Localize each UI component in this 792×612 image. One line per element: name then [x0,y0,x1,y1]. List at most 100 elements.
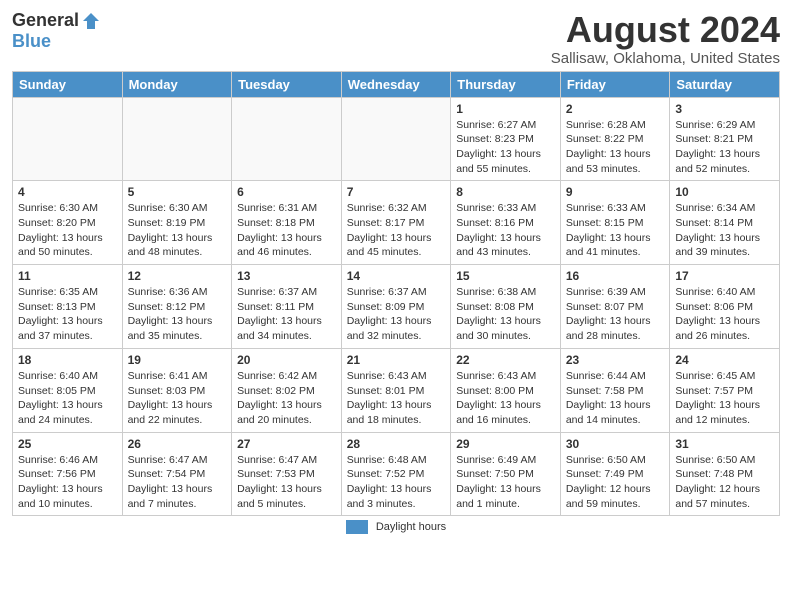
day-info: Sunrise: 6:39 AMSunset: 8:07 PMDaylight:… [566,285,665,344]
day-number: 8 [456,185,555,199]
day-cell: 16 Sunrise: 6:39 AMSunset: 8:07 PMDayligh… [560,265,670,349]
day-cell: 29 Sunrise: 6:49 AMSunset: 7:50 PMDayligh… [451,432,561,516]
day-number: 7 [347,185,446,199]
day-cell: 28 Sunrise: 6:48 AMSunset: 7:52 PMDayligh… [341,432,451,516]
weekday-header-thursday: Thursday [451,71,561,97]
day-cell: 25Sunrise: 6:46 AMSunset: 7:56 PMDayligh… [13,432,123,516]
day-cell: 13Sunrise: 6:37 AMSunset: 8:11 PMDayligh… [232,265,342,349]
day-cell: 24 Sunrise: 6:45 AMSunset: 7:57 PMDayligh… [670,348,780,432]
day-cell: 15 Sunrise: 6:38 AMSunset: 8:08 PMDayligh… [451,265,561,349]
day-cell: 9 Sunrise: 6:33 AMSunset: 8:15 PMDaylight… [560,181,670,265]
day-info: Sunrise: 6:46 AMSunset: 7:56 PMDaylight:… [18,453,117,512]
day-cell: 7Sunrise: 6:32 AMSunset: 8:17 PMDaylight… [341,181,451,265]
day-cell: 30Sunrise: 6:50 AMSunset: 7:49 PMDayligh… [560,432,670,516]
day-info: Sunrise: 6:33 AMSunset: 8:15 PMDaylight:… [566,201,665,260]
weekday-header-wednesday: Wednesday [341,71,451,97]
day-number: 9 [566,185,665,199]
day-number: 3 [675,102,774,116]
logo-general: General [12,10,79,31]
day-info: Sunrise: 6:47 AMSunset: 7:53 PMDaylight:… [237,453,336,512]
day-number: 26 [128,437,227,451]
day-info: Sunrise: 6:33 AMSunset: 8:16 PMDaylight:… [456,201,555,260]
day-info: Sunrise: 6:42 AMSunset: 8:02 PMDaylight:… [237,369,336,428]
day-number: 15 [456,269,555,283]
day-info: Sunrise: 6:48 AMSunset: 7:52 PMDaylight:… [347,453,446,512]
day-cell: 8 Sunrise: 6:33 AMSunset: 8:16 PMDaylight… [451,181,561,265]
day-info: Sunrise: 6:31 AMSunset: 8:18 PMDaylight:… [237,201,336,260]
day-cell: 10 Sunrise: 6:34 AMSunset: 8:14 PMDayligh… [670,181,780,265]
day-info: Sunrise: 6:45 AMSunset: 7:57 PMDaylight:… [675,369,774,428]
day-number: 12 [128,269,227,283]
day-info: Sunrise: 6:28 AMSunset: 8:22 PMDaylight:… [566,118,665,177]
subtitle: Sallisaw, Oklahoma, United States [551,50,780,67]
day-number: 19 [128,353,227,367]
main-title: August 2024 [551,10,780,50]
logo-icon [81,11,101,31]
day-cell: 21Sunrise: 6:43 AMSunset: 8:01 PMDayligh… [341,348,451,432]
day-info: Sunrise: 6:35 AMSunset: 8:13 PMDaylight:… [18,285,117,344]
day-number: 2 [566,102,665,116]
day-info: Sunrise: 6:37 AMSunset: 8:09 PMDaylight:… [347,285,446,344]
day-info: Sunrise: 6:38 AMSunset: 8:08 PMDaylight:… [456,285,555,344]
week-row-2: 4 Sunrise: 6:30 AMSunset: 8:20 PMDaylight… [13,181,780,265]
day-cell [232,97,342,181]
day-info: Sunrise: 6:40 AMSunset: 8:06 PMDaylight:… [675,285,774,344]
week-row-3: 11 Sunrise: 6:35 AMSunset: 8:13 PMDayligh… [13,265,780,349]
day-info: Sunrise: 6:30 AMSunset: 8:20 PMDaylight:… [18,201,117,260]
day-info: Sunrise: 6:29 AMSunset: 8:21 PMDaylight:… [675,118,774,177]
logo-blue: Blue [12,31,51,52]
logo: General Blue [12,10,101,52]
week-row-5: 25Sunrise: 6:46 AMSunset: 7:56 PMDayligh… [13,432,780,516]
day-number: 18 [18,353,117,367]
day-info: Sunrise: 6:36 AMSunset: 8:12 PMDaylight:… [128,285,227,344]
day-cell [122,97,232,181]
weekday-header-row: SundayMondayTuesdayWednesdayThursdayFrid… [13,71,780,97]
day-number: 4 [18,185,117,199]
day-number: 28 [347,437,446,451]
day-cell [341,97,451,181]
day-info: Sunrise: 6:40 AMSunset: 8:05 PMDaylight:… [18,369,117,428]
legend-label: Daylight hours [376,521,446,533]
day-number: 5 [128,185,227,199]
day-cell: 18 Sunrise: 6:40 AMSunset: 8:05 PMDayligh… [13,348,123,432]
calendar: SundayMondayTuesdayWednesdayThursdayFrid… [12,71,780,517]
day-info: Sunrise: 6:49 AMSunset: 7:50 PMDaylight:… [456,453,555,512]
day-number: 31 [675,437,774,451]
day-info: Sunrise: 6:34 AMSunset: 8:14 PMDaylight:… [675,201,774,260]
day-cell: 2 Sunrise: 6:28 AMSunset: 8:22 PMDaylight… [560,97,670,181]
day-info: Sunrise: 6:50 AMSunset: 7:49 PMDaylight:… [566,453,665,512]
day-info: Sunrise: 6:44 AMSunset: 7:58 PMDaylight:… [566,369,665,428]
day-info: Sunrise: 6:27 AMSunset: 8:23 PMDaylight:… [456,118,555,177]
day-number: 29 [456,437,555,451]
day-info: Sunrise: 6:30 AMSunset: 8:19 PMDaylight:… [128,201,227,260]
main-container: General Blue August 2024 Sallisaw, Oklah… [0,0,792,540]
day-number: 23 [566,353,665,367]
day-cell: 12 Sunrise: 6:36 AMSunset: 8:12 PMDayligh… [122,265,232,349]
weekday-header-sunday: Sunday [13,71,123,97]
day-number: 21 [347,353,446,367]
day-cell: 11 Sunrise: 6:35 AMSunset: 8:13 PMDayligh… [13,265,123,349]
day-number: 10 [675,185,774,199]
day-cell: 3 Sunrise: 6:29 AMSunset: 8:21 PMDaylight… [670,97,780,181]
day-number: 11 [18,269,117,283]
day-cell: 27Sunrise: 6:47 AMSunset: 7:53 PMDayligh… [232,432,342,516]
day-info: Sunrise: 6:43 AMSunset: 8:00 PMDaylight:… [456,369,555,428]
day-cell: 19Sunrise: 6:41 AMSunset: 8:03 PMDayligh… [122,348,232,432]
day-cell: 5 Sunrise: 6:30 AMSunset: 8:19 PMDaylight… [122,181,232,265]
weekday-header-monday: Monday [122,71,232,97]
weekday-header-friday: Friday [560,71,670,97]
day-number: 1 [456,102,555,116]
day-number: 16 [566,269,665,283]
day-number: 24 [675,353,774,367]
weekday-header-saturday: Saturday [670,71,780,97]
day-cell: 31 Sunrise: 6:50 AMSunset: 7:48 PMDayligh… [670,432,780,516]
day-number: 13 [237,269,336,283]
title-block: August 2024 Sallisaw, Oklahoma, United S… [551,10,780,67]
day-cell: 17 Sunrise: 6:40 AMSunset: 8:06 PMDayligh… [670,265,780,349]
day-number: 6 [237,185,336,199]
day-cell: 4 Sunrise: 6:30 AMSunset: 8:20 PMDaylight… [13,181,123,265]
day-cell: 22Sunrise: 6:43 AMSunset: 8:00 PMDayligh… [451,348,561,432]
day-number: 17 [675,269,774,283]
week-row-4: 18 Sunrise: 6:40 AMSunset: 8:05 PMDayligh… [13,348,780,432]
day-info: Sunrise: 6:50 AMSunset: 7:48 PMDaylight:… [675,453,774,512]
